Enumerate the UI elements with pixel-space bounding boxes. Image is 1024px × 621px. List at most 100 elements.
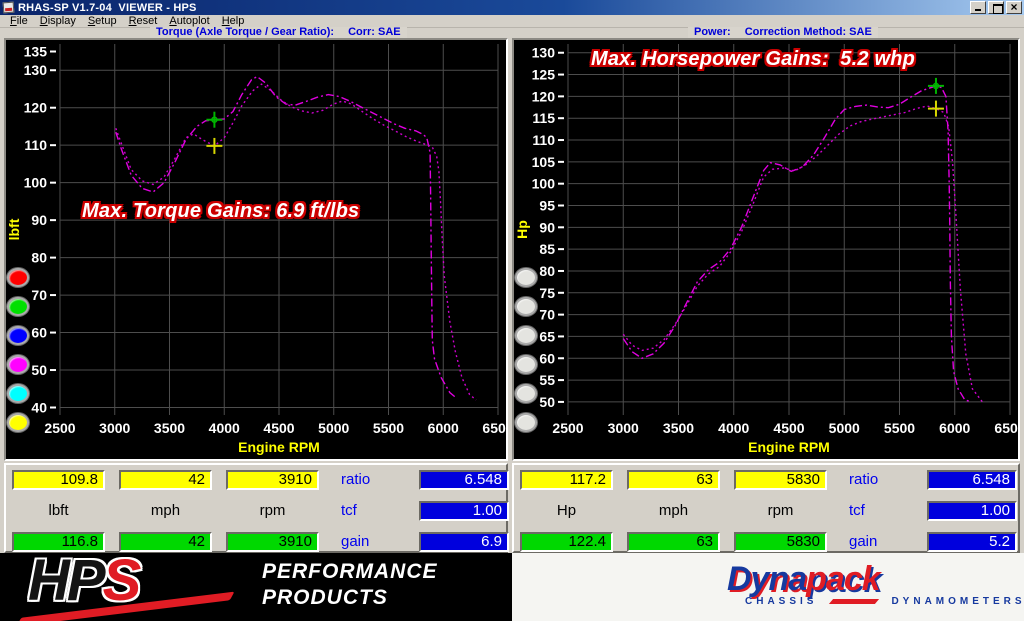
trace-button-green[interactable] bbox=[7, 297, 29, 316]
hps-logo-subtext: PERFORMANCE PRODUCTS bbox=[262, 559, 438, 611]
torque-data-table: 109.8 42 3910 ratio 6.548 lbft mph rpm t… bbox=[4, 463, 508, 553]
trace-button-1[interactable] bbox=[515, 268, 537, 287]
rpm-unit-label: rpm bbox=[226, 501, 319, 521]
svg-text:50: 50 bbox=[539, 394, 555, 410]
svg-text:Engine RPM: Engine RPM bbox=[238, 439, 320, 455]
svg-text:70: 70 bbox=[31, 287, 47, 303]
svg-text:40: 40 bbox=[31, 400, 47, 416]
svg-text:75: 75 bbox=[539, 285, 555, 301]
svg-text:3000: 3000 bbox=[99, 420, 130, 436]
trace-button-4[interactable] bbox=[515, 355, 537, 374]
torque-chart[interactable]: 4050607080901001101201301352500300035004… bbox=[6, 40, 506, 459]
ratio-label: ratio bbox=[333, 470, 405, 490]
dynapack-dynamometers: DYNAMOMETERS bbox=[891, 596, 1024, 607]
power-chart-header: Power: Correction Method: SAE bbox=[688, 27, 878, 38]
ratio-label: ratio bbox=[841, 470, 913, 490]
baseline-rpm-value: 5830 bbox=[734, 470, 827, 490]
svg-text:80: 80 bbox=[31, 250, 47, 266]
svg-text:lbft: lbft bbox=[6, 218, 22, 240]
svg-text:3000: 3000 bbox=[608, 420, 639, 436]
hps-logo-text: HPS bbox=[28, 547, 138, 614]
dynapack-dyna: Dyna bbox=[727, 560, 806, 598]
svg-text:120: 120 bbox=[24, 100, 48, 116]
svg-text:90: 90 bbox=[539, 219, 555, 235]
svg-text:100: 100 bbox=[24, 175, 48, 191]
svg-text:Engine RPM: Engine RPM bbox=[748, 439, 830, 455]
svg-text:115: 115 bbox=[532, 110, 555, 126]
svg-text:3500: 3500 bbox=[154, 420, 185, 436]
trace-button-3[interactable] bbox=[515, 326, 537, 345]
torque-unit-label: lbft bbox=[12, 501, 105, 521]
restore-button[interactable] bbox=[988, 1, 1004, 14]
svg-text:60: 60 bbox=[31, 325, 47, 341]
svg-text:130: 130 bbox=[532, 45, 556, 61]
menu-file[interactable]: File bbox=[4, 15, 34, 28]
svg-text:2500: 2500 bbox=[552, 420, 583, 436]
svg-text:135: 135 bbox=[24, 43, 48, 59]
mph-unit-label: mph bbox=[119, 501, 212, 521]
svg-text:5500: 5500 bbox=[373, 420, 404, 436]
power-baseline-value: 117.2 bbox=[520, 470, 613, 490]
hps-s: S bbox=[103, 548, 139, 613]
power-trace-buttons bbox=[515, 268, 539, 442]
ratio-value: 6.548 bbox=[927, 470, 1017, 490]
svg-text:Hp: Hp bbox=[514, 220, 530, 239]
baseline-mph-value: 42 bbox=[119, 470, 212, 490]
gain-value: 5.2 bbox=[927, 532, 1017, 552]
trace-button-6[interactable] bbox=[515, 413, 537, 432]
trace-button-blue[interactable] bbox=[7, 326, 29, 345]
svg-text:60: 60 bbox=[539, 350, 555, 366]
dynapack-swoosh bbox=[829, 599, 879, 604]
close-button[interactable] bbox=[1006, 1, 1022, 14]
dynapack-pack: pack bbox=[806, 560, 880, 598]
svg-text:4500: 4500 bbox=[773, 420, 804, 436]
power-header-correction: Correction Method: SAE bbox=[745, 27, 872, 38]
trace-button-magenta[interactable] bbox=[7, 355, 29, 374]
svg-text:3500: 3500 bbox=[663, 420, 694, 436]
torque-baseline-value: 109.8 bbox=[12, 470, 105, 490]
svg-text:50: 50 bbox=[31, 362, 47, 378]
trace-button-cyan[interactable] bbox=[7, 384, 29, 403]
trace-button-2[interactable] bbox=[515, 297, 537, 316]
svg-text:95: 95 bbox=[539, 197, 555, 213]
power-chart-panel: 5055606570758085909510010511011512012513… bbox=[512, 38, 1020, 461]
svg-text:110: 110 bbox=[532, 132, 555, 148]
svg-text:125: 125 bbox=[532, 67, 556, 83]
baseline-mph-value: 63 bbox=[627, 470, 720, 490]
ratio-value: 6.548 bbox=[419, 470, 509, 490]
baseline-rpm-value: 3910 bbox=[226, 470, 319, 490]
hp-unit-label: Hp bbox=[520, 501, 613, 521]
svg-text:65: 65 bbox=[539, 328, 555, 344]
svg-text:6000: 6000 bbox=[939, 420, 970, 436]
power-chart[interactable]: 5055606570758085909510010511011512012513… bbox=[514, 40, 1018, 459]
menu-display[interactable]: Display bbox=[34, 15, 82, 28]
trace-button-red[interactable] bbox=[7, 268, 29, 287]
tcf-value: 1.00 bbox=[419, 501, 509, 521]
power-gain-annotation: Max. Horsepower Gains: 5.2 whp bbox=[591, 48, 915, 71]
power-header-label: Power: bbox=[694, 27, 731, 38]
svg-text:5000: 5000 bbox=[829, 420, 860, 436]
svg-text:4000: 4000 bbox=[718, 420, 749, 436]
svg-text:80: 80 bbox=[539, 263, 555, 279]
svg-text:100: 100 bbox=[532, 176, 556, 192]
menu-setup[interactable]: Setup bbox=[82, 15, 123, 28]
trace-button-5[interactable] bbox=[515, 384, 537, 403]
torque-gain-annotation: Max. Torque Gains: 6.9 ft/lbs bbox=[82, 200, 359, 223]
svg-text:5500: 5500 bbox=[884, 420, 915, 436]
hps-performance: PERFORMANCE bbox=[262, 559, 438, 585]
tcf-label: tcf bbox=[333, 501, 405, 521]
tcf-value: 1.00 bbox=[927, 501, 1017, 521]
torque-chart-panel: 4050607080901001101201301352500300035004… bbox=[4, 38, 508, 461]
header-strip: Torque (Axle Torque / Gear Ratio): Corr:… bbox=[0, 28, 1024, 38]
modified-rpm-value: 3910 bbox=[226, 532, 319, 552]
tcf-label: tcf bbox=[841, 501, 913, 521]
svg-text:130: 130 bbox=[24, 62, 48, 78]
title-bar: RHAS-SP V1.7-04 VIEWER - HPS bbox=[0, 0, 1024, 15]
gain-label: gain bbox=[841, 532, 913, 552]
trace-button-yellow[interactable] bbox=[7, 413, 29, 432]
svg-text:105: 105 bbox=[532, 154, 556, 170]
mph-unit-label: mph bbox=[627, 501, 720, 521]
svg-text:90: 90 bbox=[31, 212, 47, 228]
minimize-button[interactable] bbox=[970, 1, 986, 14]
svg-text:2500: 2500 bbox=[44, 420, 75, 436]
